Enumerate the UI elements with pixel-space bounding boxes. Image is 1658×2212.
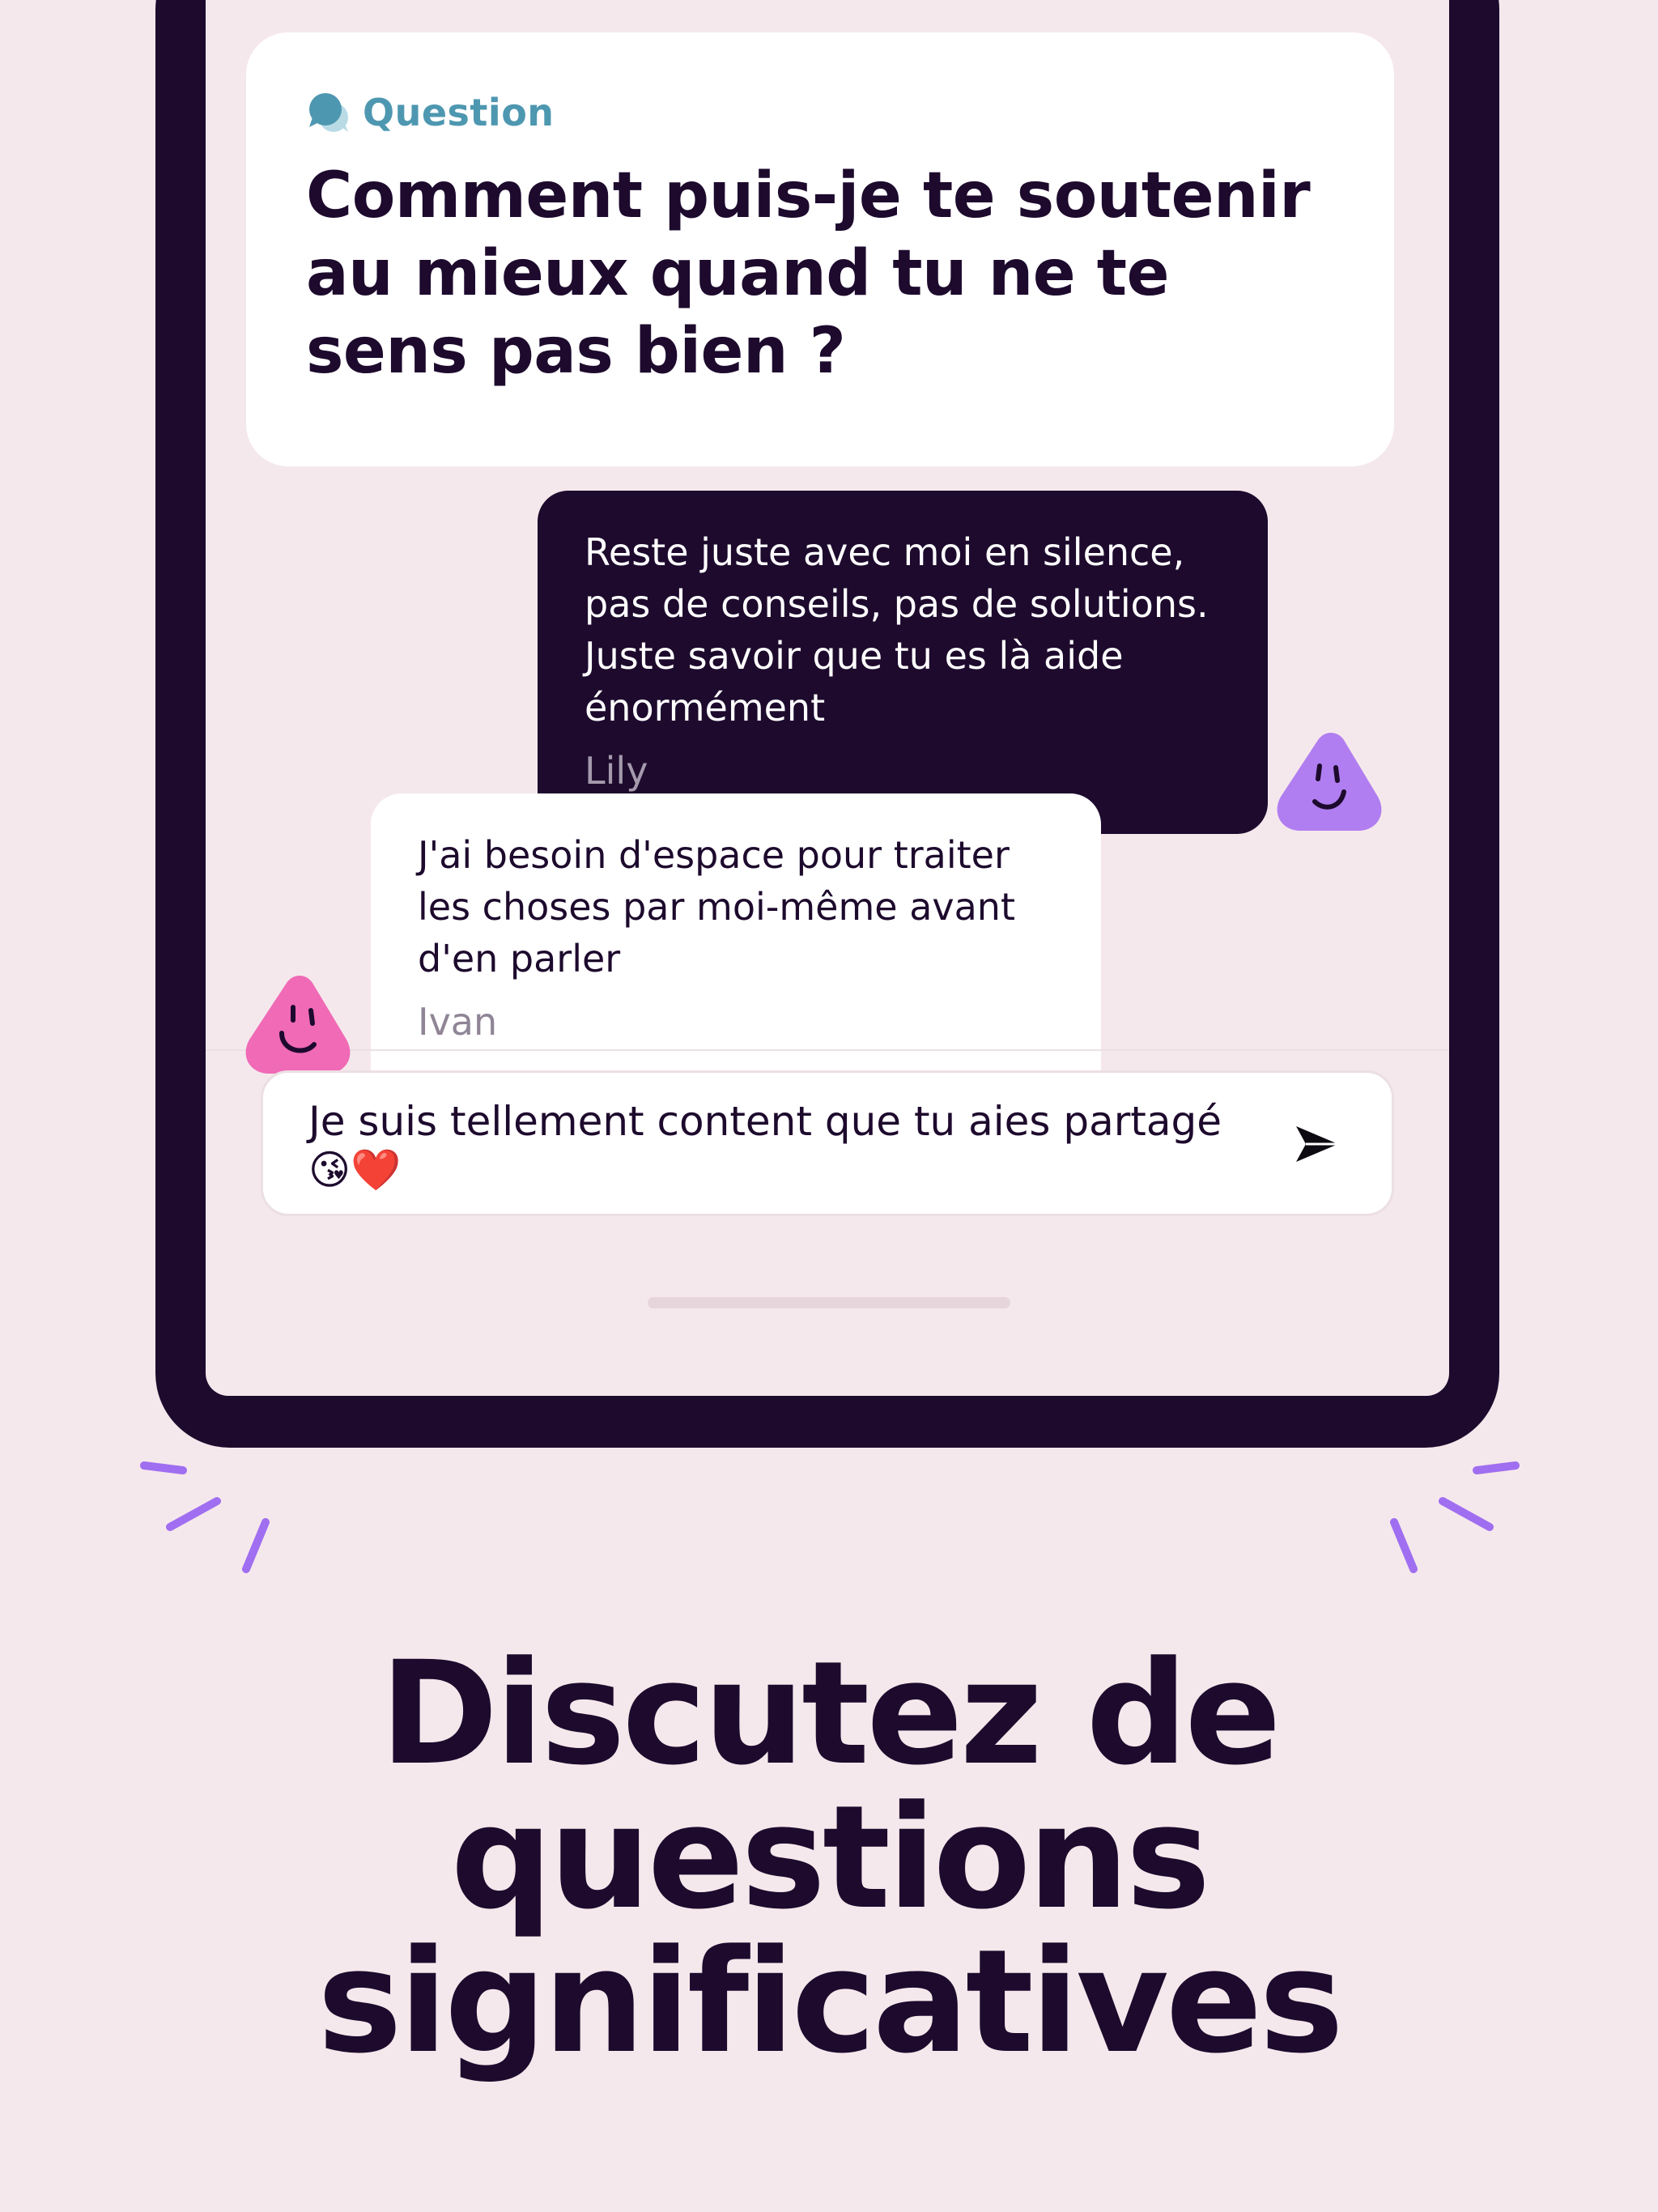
question-label: Question xyxy=(363,91,555,134)
app-screen: Question Comment puis-je te soutenir au … xyxy=(206,0,1449,1396)
message-input-value[interactable]: Je suis tellement content que tu aies pa… xyxy=(308,1097,1239,1194)
marketing-headline: Discutez de questions significatives xyxy=(317,1631,1344,2085)
speech-bubbles-icon xyxy=(309,93,348,132)
ivan-avatar-icon xyxy=(245,976,351,1074)
message-bubble-lily: Reste juste avec moi en silence, pas de … xyxy=(538,491,1268,834)
message-text: Reste juste avec moi en silence, pas de … xyxy=(585,530,1209,730)
message-bubble-ivan: J'ai besoin d'espace pour traiter les ch… xyxy=(371,793,1101,1117)
burst-lines-left-icon xyxy=(140,1461,270,1573)
lily-avatar-icon xyxy=(1277,733,1382,831)
question-card: Question Comment puis-je te soutenir au … xyxy=(246,32,1394,466)
send-button[interactable] xyxy=(1291,1118,1343,1170)
send-arrow-icon[interactable] xyxy=(1293,1123,1341,1165)
message-input[interactable]: Je suis tellement content que tu aies pa… xyxy=(261,1070,1394,1216)
message-author: Ivan xyxy=(418,1000,498,1044)
question-text: Comment puis-je te soutenir au mieux qua… xyxy=(306,160,1311,388)
tablet-frame: Question Comment puis-je te soutenir au … xyxy=(155,0,1499,1448)
message-text: J'ai besoin d'espace pour traiter les ch… xyxy=(418,833,1015,981)
message-author: Lily xyxy=(585,749,648,793)
burst-lines-right-icon xyxy=(1390,1461,1520,1573)
question-label-row: Question xyxy=(306,86,1334,139)
composer-divider xyxy=(206,1049,1449,1051)
home-indicator xyxy=(648,1297,1010,1308)
